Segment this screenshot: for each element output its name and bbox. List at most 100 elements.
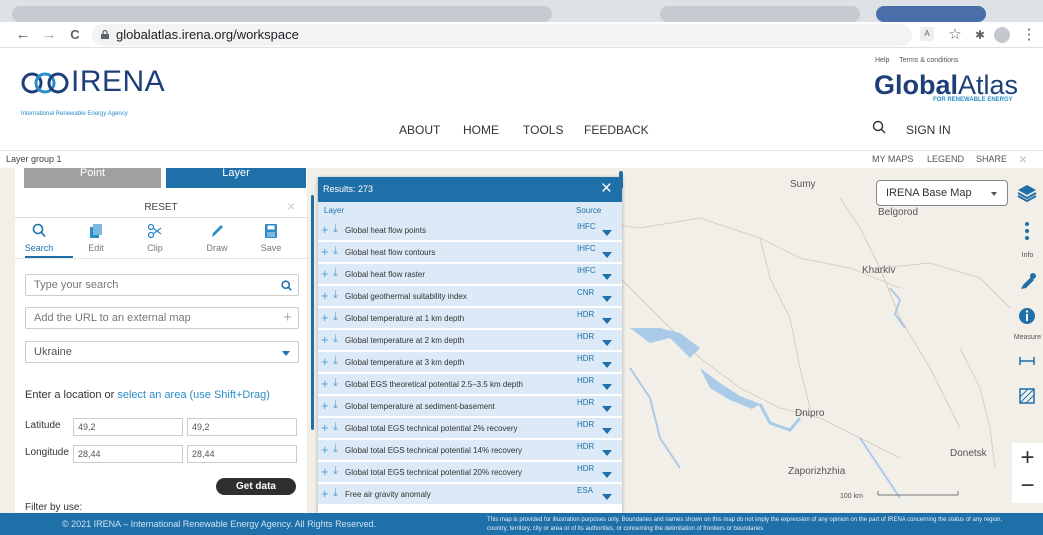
result-row[interactable]: + ⤓ Global heat flow points IHFC — [318, 220, 622, 241]
add-layer-icon[interactable]: + — [321, 377, 329, 390]
download-icon[interactable]: ⤓ — [333, 267, 338, 280]
close-icon[interactable]: × — [287, 198, 295, 214]
result-row[interactable]: + ⤓ Global total EGS technical potential 1… — [318, 440, 622, 461]
close-icon[interactable]: × — [601, 178, 612, 200]
result-row[interactable]: + ⤓ Global EGS theoretical potential 2.5–3… — [318, 374, 622, 395]
add-icon[interactable]: + — [283, 308, 292, 328]
results-scrollbar[interactable] — [619, 171, 623, 189]
add-layer-icon[interactable]: + — [321, 267, 329, 280]
chevron-down-icon[interactable] — [602, 252, 612, 258]
result-row[interactable]: + ⤓ Free air gravity anomaly ESA — [318, 484, 622, 505]
irena-logo[interactable]: IRENA International Renewable Energy Age… — [21, 65, 165, 117]
chevron-down-icon[interactable] — [602, 384, 612, 390]
terms-link[interactable]: Terms & conditions — [899, 57, 958, 64]
add-layer-icon[interactable]: + — [321, 355, 329, 368]
result-row[interactable]: + ⤓ Global geothermal suitability index CNR — [318, 286, 622, 307]
download-icon[interactable]: ⤓ — [333, 223, 338, 236]
basemap-select[interactable]: IRENA Base Map — [876, 180, 1008, 206]
close-icon[interactable]: × — [1019, 151, 1027, 167]
latitude-from-input[interactable]: 49,2 — [73, 418, 183, 436]
legend-link[interactable]: LEGEND — [927, 154, 964, 164]
chevron-down-icon[interactable] — [602, 296, 612, 302]
tool-clip[interactable]: Clip — [133, 223, 177, 253]
result-row[interactable]: + ⤓ Global total EGS technical potential 2… — [318, 462, 622, 483]
result-row[interactable]: + ⤓ Global temperature at sediment-basemen… — [318, 396, 622, 417]
latitude-to-input[interactable]: 49,2 — [187, 418, 297, 436]
chevron-down-icon[interactable] — [602, 274, 612, 280]
add-layer-icon[interactable]: + — [321, 399, 329, 412]
external-map-url-input[interactable]: Add the URL to an external map + — [25, 307, 299, 329]
add-layer-icon[interactable]: + — [321, 465, 329, 478]
result-row[interactable]: + ⤓ Global temperature at 1 km depth HDR — [318, 308, 622, 329]
add-layer-icon[interactable]: + — [321, 333, 329, 346]
result-row[interactable]: + ⤓ Global temperature at 3 km depth HDR — [318, 352, 622, 373]
reset-button[interactable]: RESET — [15, 202, 307, 213]
add-layer-icon[interactable]: + — [321, 245, 329, 258]
share-link[interactable]: SHARE — [976, 154, 1007, 164]
get-data-button[interactable]: Get data — [216, 478, 296, 495]
nav-home[interactable]: HOME — [463, 123, 499, 137]
info-icon[interactable] — [1013, 306, 1041, 326]
layer-toggle[interactable]: Layer — [166, 168, 306, 188]
search-icon[interactable] — [281, 280, 292, 291]
forward-button[interactable]: → — [40, 26, 58, 44]
longitude-from-input[interactable]: 28,44 — [73, 445, 183, 463]
result-row[interactable]: + ⤓ Global heat flow raster IHFC — [318, 264, 622, 285]
result-row[interactable]: + ⤓ Global temperature at 2 km depth HDR — [318, 330, 622, 351]
longitude-to-input[interactable]: 28,44 — [187, 445, 297, 463]
more-vertical-icon[interactable] — [1013, 220, 1041, 242]
download-icon[interactable]: ⤓ — [333, 487, 338, 500]
measure-area-icon[interactable] — [1013, 387, 1041, 405]
chevron-down-icon[interactable] — [602, 450, 612, 456]
zoom-in-button[interactable]: + — [1012, 443, 1043, 473]
download-icon[interactable]: ⤓ — [333, 311, 338, 324]
nav-about[interactable]: ABOUT — [399, 123, 440, 137]
my-maps-link[interactable]: MY MAPS — [872, 154, 913, 164]
nav-tools[interactable]: TOOLS — [523, 123, 563, 137]
extensions-icon[interactable]: ✱ — [971, 26, 989, 44]
add-layer-icon[interactable]: + — [321, 487, 329, 500]
search-input[interactable]: Type your search — [25, 274, 299, 296]
add-layer-icon[interactable]: + — [321, 311, 329, 324]
download-icon[interactable]: ⤓ — [333, 289, 338, 302]
tool-draw[interactable]: Draw — [195, 223, 239, 253]
chevron-down-icon[interactable] — [602, 472, 612, 478]
browser-tab[interactable] — [660, 6, 860, 22]
back-button[interactable]: ← — [14, 26, 32, 44]
tool-save[interactable]: Save — [249, 223, 293, 253]
chevron-down-icon[interactable] — [602, 230, 612, 236]
chevron-down-icon[interactable] — [602, 362, 612, 368]
download-icon[interactable]: ⤓ — [333, 465, 338, 478]
tool-search[interactable]: Search — [17, 223, 61, 253]
chevron-down-icon[interactable] — [602, 494, 612, 500]
download-icon[interactable]: ⤓ — [333, 443, 338, 456]
tool-edit[interactable]: Edit — [74, 223, 118, 253]
profile-avatar[interactable] — [994, 27, 1010, 43]
add-layer-icon[interactable]: + — [321, 289, 329, 302]
country-select[interactable]: Ukraine — [25, 341, 299, 363]
menu-icon[interactable]: ⋮ — [1020, 26, 1038, 44]
point-toggle[interactable]: Point — [24, 168, 161, 188]
chevron-down-icon[interactable] — [602, 318, 612, 324]
chevron-down-icon[interactable] — [602, 340, 612, 346]
download-icon[interactable]: ⤓ — [333, 245, 338, 258]
result-row[interactable]: + ⤓ Global total EGS technical potential 2… — [318, 418, 622, 439]
nav-feedback[interactable]: FEEDBACK — [584, 123, 649, 137]
chevron-down-icon[interactable] — [602, 428, 612, 434]
star-icon[interactable]: ☆ — [946, 26, 964, 44]
layers-icon[interactable] — [1013, 182, 1041, 204]
eyedropper-icon[interactable] — [1013, 271, 1041, 291]
sign-in-link[interactable]: SIGN IN — [906, 123, 951, 137]
select-area-link[interactable]: select an area (use Shift+Drag) — [117, 389, 270, 401]
measure-distance-icon[interactable] — [1013, 353, 1041, 369]
download-icon[interactable]: ⤓ — [333, 355, 338, 368]
download-icon[interactable]: ⤓ — [333, 399, 338, 412]
browser-tab-active[interactable] — [876, 6, 986, 22]
download-icon[interactable]: ⤓ — [333, 377, 338, 390]
search-icon[interactable] — [872, 120, 886, 134]
result-row[interactable]: + ⤓ Global heat flow contours IHFC — [318, 242, 622, 263]
download-icon[interactable]: ⤓ — [333, 421, 338, 434]
zoom-out-button[interactable]: − — [1012, 473, 1043, 503]
add-layer-icon[interactable]: + — [321, 443, 329, 456]
browser-tab[interactable] — [12, 6, 552, 22]
